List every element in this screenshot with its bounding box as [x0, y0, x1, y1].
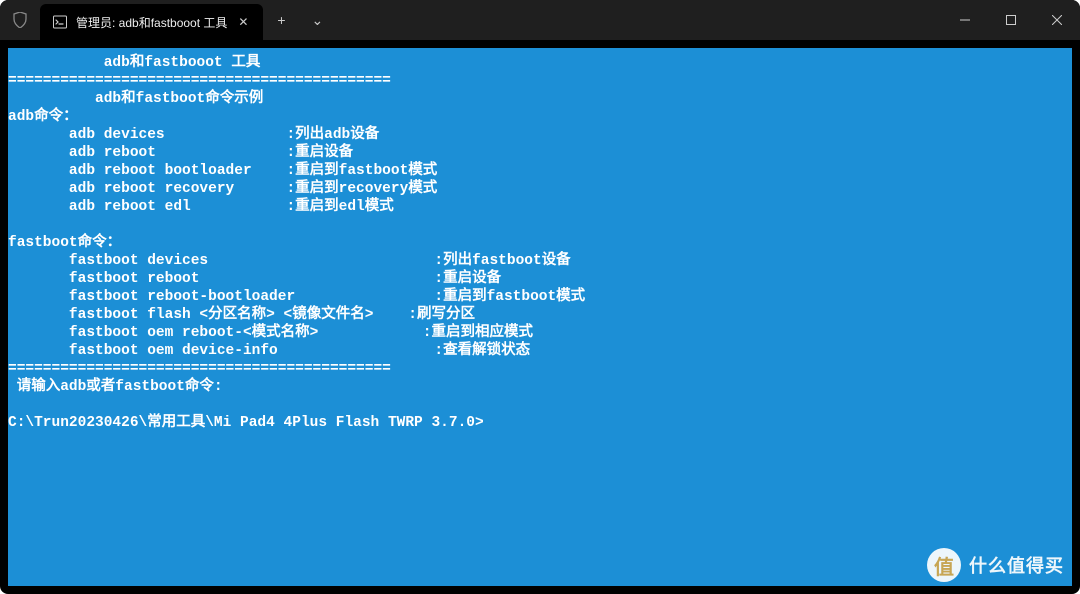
terminal-icon: [52, 14, 68, 30]
fb-desc: :列出fastboot设备: [434, 253, 570, 269]
titlebar: 管理员: adb和fastbooot 工具 ✕ + ⌄: [0, 0, 1080, 40]
adb-cmd: adb reboot edl: [8, 199, 286, 215]
divider-line: ========================================…: [8, 73, 391, 89]
adb-section-header: adb命令：: [8, 109, 78, 125]
terminal-window: 管理员: adb和fastbooot 工具 ✕ + ⌄ adb和fastbooo…: [0, 0, 1080, 594]
fb-desc: :查看解锁状态: [434, 343, 530, 359]
adb-desc: :重启到edl模式: [286, 199, 393, 215]
fb-cmd: fastboot reboot: [8, 271, 434, 287]
new-tab-button[interactable]: +: [263, 0, 299, 40]
watermark-text: 什么值得买: [969, 552, 1064, 578]
adb-desc: :重启到fastboot模式: [286, 163, 437, 179]
fb-cmd: fastboot reboot-bootloader: [8, 289, 434, 305]
adb-desc: :重启设备: [286, 145, 353, 161]
fb-desc: :重启设备: [434, 271, 501, 287]
tab-title: 管理员: adb和fastbooot 工具: [76, 14, 227, 31]
adb-cmd: adb devices: [8, 127, 286, 143]
adb-cmd: adb reboot recovery: [8, 181, 286, 197]
fb-desc: :刷写分区: [408, 307, 475, 323]
watermark: 值 什么值得买: [927, 548, 1064, 582]
adb-desc: :重启到recovery模式: [286, 181, 437, 197]
fb-cmd: fastboot oem device-info: [8, 343, 434, 359]
minimize-button[interactable]: [942, 0, 988, 40]
divider-line: ========================================…: [8, 361, 391, 377]
titlebar-drag-area[interactable]: [335, 0, 942, 40]
input-hint: 请输入adb或者fastboot命令:: [8, 379, 223, 395]
adb-cmd: adb reboot: [8, 145, 286, 161]
maximize-button[interactable]: [988, 0, 1034, 40]
cwd-prompt: C:\Trun20230426\常用工具\Mi Pad4 4Plus Flash…: [8, 415, 484, 431]
terminal-output[interactable]: adb和fastbooot 工具 =======================…: [8, 48, 1072, 586]
adb-desc: :列出adb设备: [286, 127, 379, 143]
fastboot-section-header: fastboot命令：: [8, 235, 121, 251]
adb-cmd: adb reboot bootloader: [8, 163, 286, 179]
script-subtitle: adb和fastboot命令示例: [8, 91, 263, 107]
script-title: adb和fastbooot 工具: [8, 55, 260, 71]
fb-desc: :重启到fastboot模式: [434, 289, 585, 305]
shield-icon: [0, 0, 40, 40]
fb-cmd: fastboot flash <分区名称> <镜像文件名>: [8, 307, 408, 323]
fb-cmd: fastboot devices: [8, 253, 434, 269]
tab-close-button[interactable]: ✕: [235, 14, 251, 30]
fb-cmd: fastboot oem reboot-<模式名称>: [8, 325, 423, 341]
tab-dropdown-button[interactable]: ⌄: [299, 0, 335, 40]
fb-desc: :重启到相应模式: [423, 325, 533, 341]
active-tab[interactable]: 管理员: adb和fastbooot 工具 ✕: [40, 4, 263, 40]
terminal-container: adb和fastbooot 工具 =======================…: [0, 40, 1080, 594]
window-close-button[interactable]: [1034, 0, 1080, 40]
watermark-badge-icon: 值: [927, 548, 961, 582]
